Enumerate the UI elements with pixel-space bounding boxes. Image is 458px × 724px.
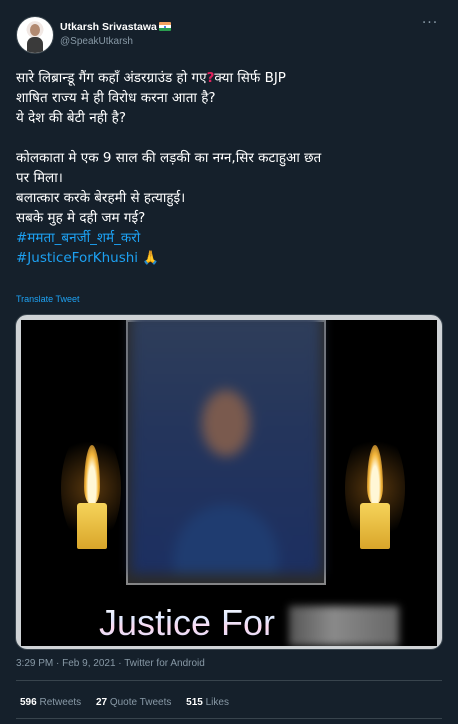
tweet-line: #ममता_बनर्जी_शर्म_करो [16,228,442,248]
author-display-name-text[interactable]: Utkarsh Srivastawa [60,21,157,33]
author-display-name[interactable]: Utkarsh Srivastawa [60,21,171,34]
divider [16,680,442,681]
hashtag-link[interactable]: #JusticeForKhushi [16,250,138,266]
right-candle-icon [360,503,390,549]
likes-label: Likes [205,697,229,708]
author-names: Utkarsh Srivastawa @SpeakUtkarsh [60,21,171,48]
media-caption: Justice For [99,602,276,643]
tweet-line: बलात्कार करके बेरहमी से हत्याहुई। [16,190,186,206]
tweet-line: #JusticeForKhushi 🙏 [16,248,442,268]
tweet-line: पर मिला। [16,170,63,186]
left-candle-icon [77,503,107,549]
tweet-line: सबके मुह मे दही जम गई? [16,210,146,226]
avatar-body [27,37,43,53]
author-handle[interactable]: @SpeakUtkarsh [60,35,171,48]
divider [16,718,442,719]
tweet-line: सारे लिब्रान्डू गैंग कहाँ अंडरग्राउंड हो… [16,68,442,88]
retweets-label: Retweets [39,697,82,708]
tweet-timestamp[interactable]: 3:29 PM · Feb 9, 2021 · Twitter for Andr… [16,658,205,669]
tweet-line1-b: क्या सिर्फ BJP [214,70,286,86]
tweet-stats: 596 Retweets 27 Quote Tweets 515 Likes [20,697,241,708]
retweets-stat[interactable]: 596 Retweets [20,697,81,708]
quote-tweets-count: 27 [95,697,108,708]
tweet-media[interactable]: Justice For [15,314,443,650]
translate-tweet-link[interactable]: Translate Tweet [16,294,80,304]
media-image: Justice For [21,320,437,646]
retweets-count: 596 [20,697,37,708]
avatar-head [30,24,40,36]
india-flag-icon [158,22,171,31]
tweet-line1-a: सारे लिब्रान्डू गैंग कहाँ अंडरग्राउंड हो… [16,70,207,86]
blurred-name [289,606,399,646]
likes-count: 515 [186,697,203,708]
tweet-line: कोलकाता मे एक 9 साल की लड़की का नग्न,सिर… [16,150,322,166]
blurred-photo [131,320,321,574]
avatar[interactable] [16,16,54,54]
tweet-line: शाषित राज्य मे ही विरोध करना आता है? [16,90,216,106]
likes-stat[interactable]: 515 Likes [186,697,229,708]
tweet-text: सारे लिब्रान्डू गैंग कहाँ अंडरग्राउंड हो… [16,68,442,268]
tweet-line: ये देश की बेटी नही है? [16,110,126,126]
more-options-icon[interactable]: ··· [418,16,442,34]
tweet-header: Utkarsh Srivastawa @SpeakUtkarsh ··· [16,16,442,60]
quote-tweets-stat[interactable]: 27 Quote Tweets [96,697,171,708]
quote-tweets-label: Quote Tweets [109,697,172,708]
tweet: Utkarsh Srivastawa @SpeakUtkarsh ··· सार… [0,0,458,724]
folded-hands-icon: 🙏 [142,250,160,266]
hashtag-link[interactable]: #ममता_बनर्जी_शर्म_करो [16,230,140,246]
